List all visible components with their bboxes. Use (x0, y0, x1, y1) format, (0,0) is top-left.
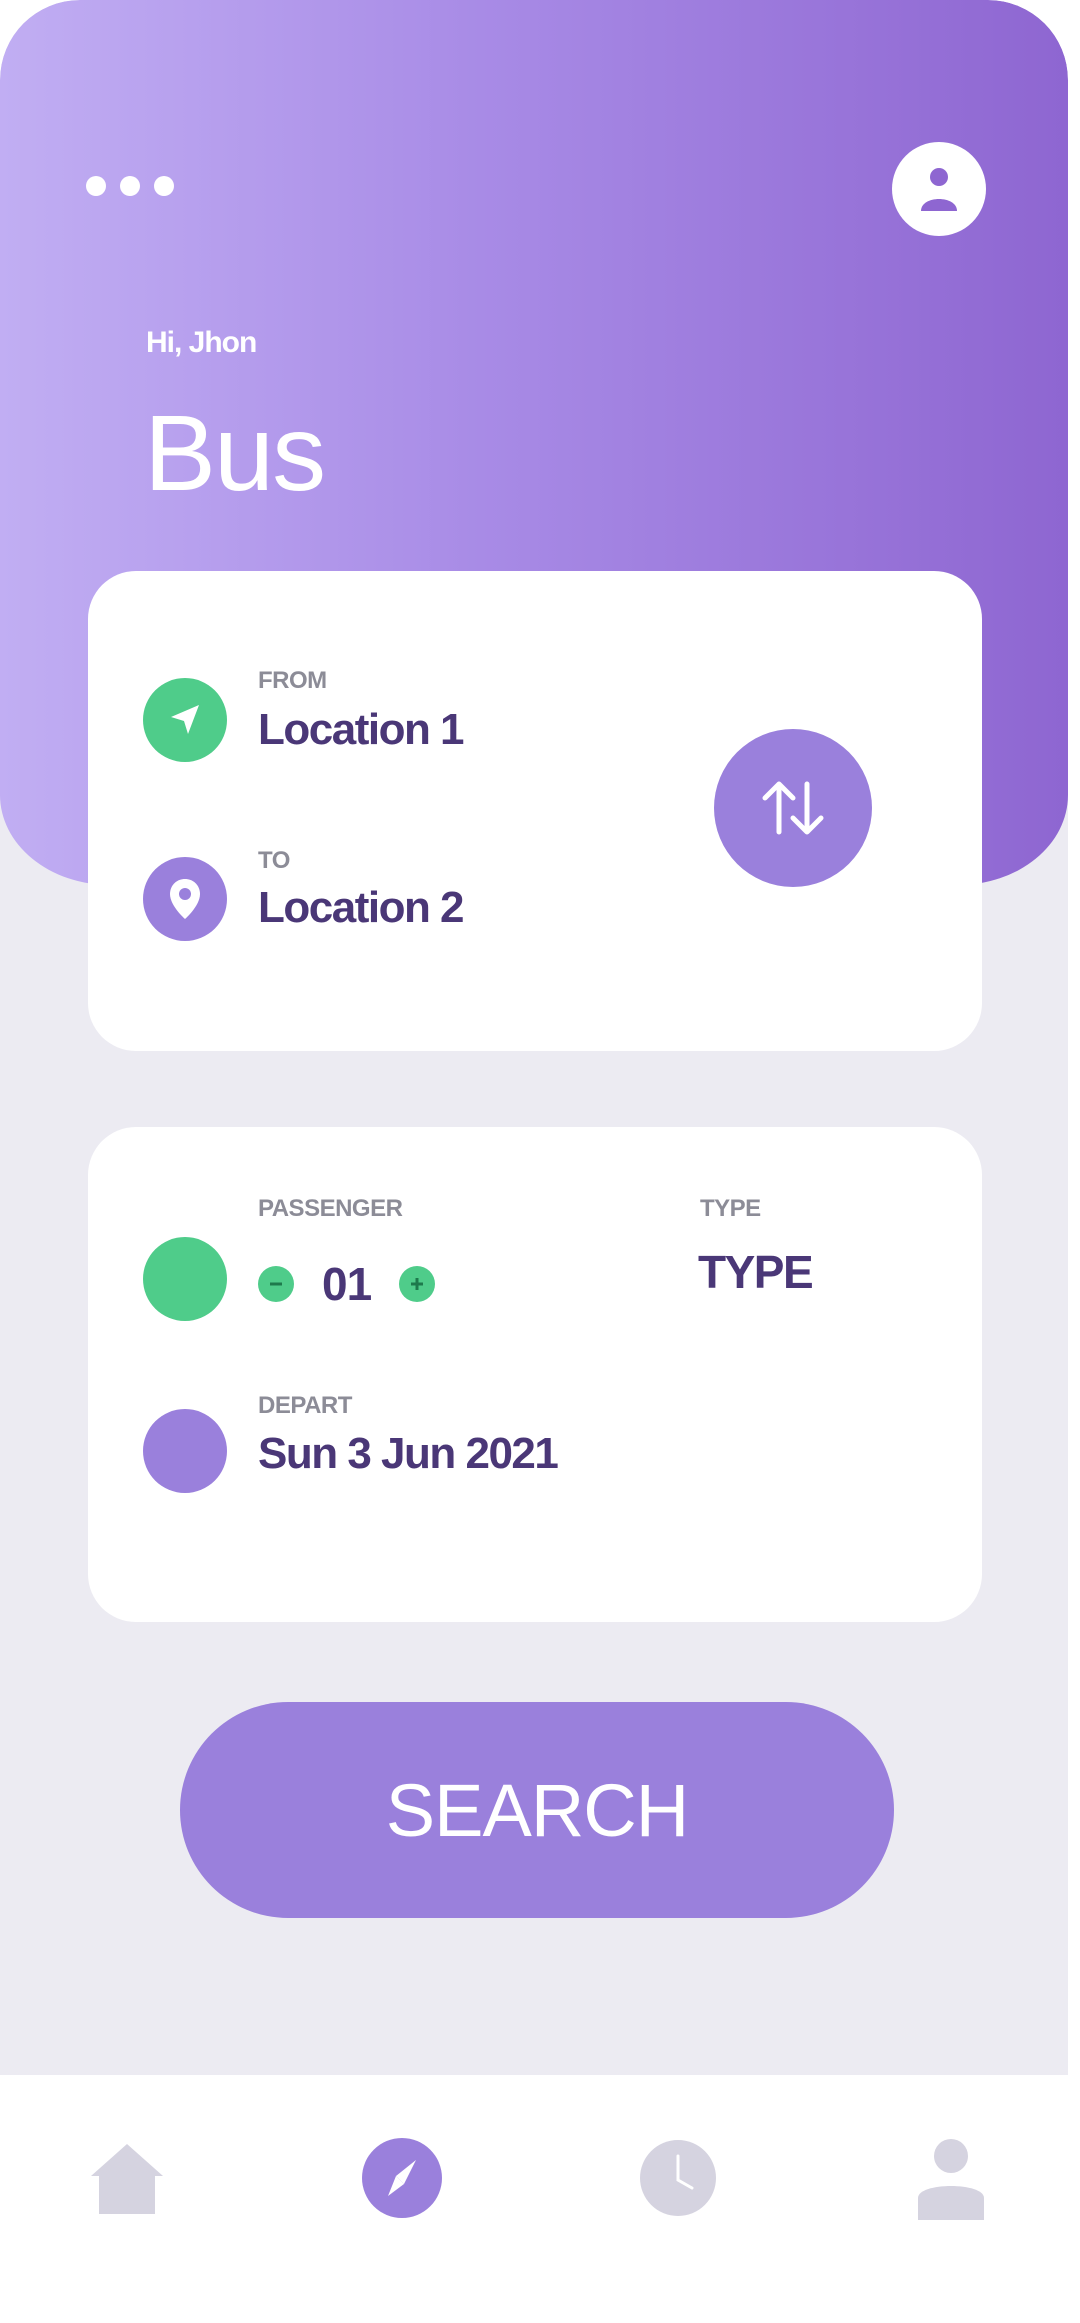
depart-icon (143, 1409, 227, 1493)
to-location-button[interactable] (143, 857, 227, 941)
clock-icon (640, 2140, 716, 2216)
passenger-icon (143, 1237, 227, 1321)
page-title: Bus (144, 392, 326, 513)
from-value[interactable]: Location 1 (258, 705, 465, 755)
nav-profile[interactable] (906, 2133, 996, 2223)
passenger-stepper: 01 (258, 1257, 436, 1311)
swap-arrows-icon (762, 781, 824, 835)
type-label: TYPE (700, 1195, 761, 1222)
compass-icon (362, 2138, 442, 2218)
decrement-button[interactable] (258, 1266, 294, 1302)
minus-icon (270, 1282, 282, 1286)
route-card: FROM Location 1 TO Location 2 (88, 571, 982, 1051)
type-select[interactable]: TYPE (698, 1245, 814, 1299)
app-background: Hi, Jhon Bus FROM Location 1 TO Location… (0, 0, 1068, 2323)
user-icon (921, 168, 957, 211)
map-pin-icon (170, 879, 200, 919)
increment-button[interactable] (399, 1266, 436, 1302)
depart-date[interactable]: Sun 3 Jun 2021 (258, 1429, 559, 1479)
home-icon (91, 2144, 163, 2214)
to-value[interactable]: Location 2 (258, 883, 465, 933)
nav-explore[interactable] (357, 2133, 447, 2223)
from-location-button[interactable] (143, 678, 227, 762)
greeting-text: Hi, Jhon (146, 326, 257, 359)
more-menu-icon[interactable] (86, 174, 186, 198)
from-label: FROM (258, 667, 327, 694)
navigation-arrow-icon (171, 705, 199, 734)
nav-history[interactable] (633, 2133, 723, 2223)
depart-label: DEPART (258, 1392, 352, 1419)
screen: Hi, Jhon Bus FROM Location 1 TO Location… (0, 0, 1080, 2323)
plus-icon (411, 1278, 424, 1290)
profile-button[interactable] (892, 142, 986, 236)
swap-locations-button[interactable] (714, 729, 872, 887)
bottom-nav (0, 2075, 1080, 2323)
passenger-label: PASSENGER (258, 1195, 403, 1222)
trip-details-card: PASSENGER 01 TYPE TYPE DEPART Sun 3 Jun … (88, 1127, 982, 1622)
nav-home[interactable] (82, 2133, 172, 2223)
person-icon (918, 2139, 984, 2220)
search-button[interactable]: SEARCH (180, 1702, 894, 1918)
to-label: TO (258, 847, 290, 874)
passenger-count: 01 (322, 1258, 372, 1310)
